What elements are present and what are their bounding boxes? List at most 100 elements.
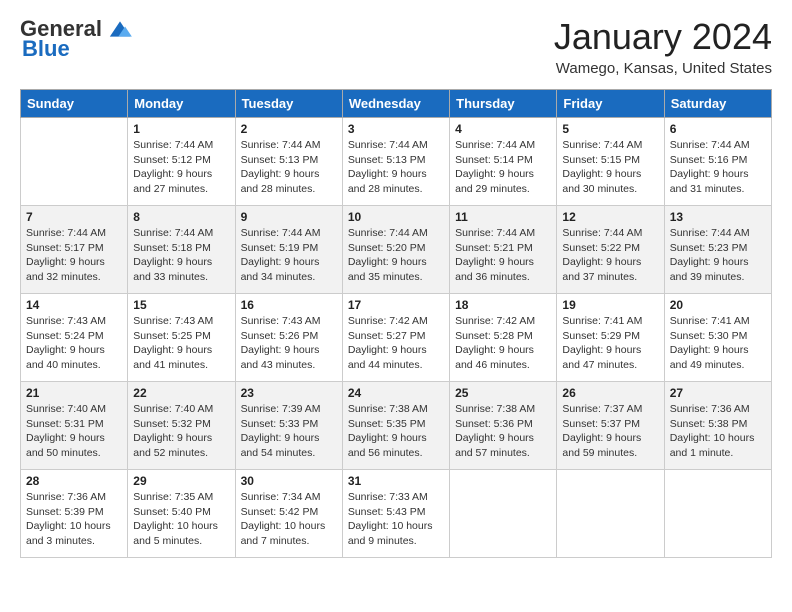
header-tuesday: Tuesday xyxy=(235,90,342,118)
day-info: Sunrise: 7:40 AMSunset: 5:31 PMDaylight:… xyxy=(26,402,122,461)
day-number: 1 xyxy=(133,122,229,136)
day-info: Sunrise: 7:44 AMSunset: 5:13 PMDaylight:… xyxy=(241,138,337,197)
calendar-cell: 12 Sunrise: 7:44 AMSunset: 5:22 PMDayligh… xyxy=(557,206,664,294)
calendar-cell: 6 Sunrise: 7:44 AMSunset: 5:16 PMDaylight… xyxy=(664,118,771,206)
day-info: Sunrise: 7:41 AMSunset: 5:30 PMDaylight:… xyxy=(670,314,766,373)
calendar-cell xyxy=(664,470,771,558)
calendar-cell: 27 Sunrise: 7:36 AMSunset: 5:38 PMDayligh… xyxy=(664,382,771,470)
day-info: Sunrise: 7:42 AMSunset: 5:28 PMDaylight:… xyxy=(455,314,551,373)
day-number: 17 xyxy=(348,298,444,312)
day-info: Sunrise: 7:44 AMSunset: 5:23 PMDaylight:… xyxy=(670,226,766,285)
day-number: 23 xyxy=(241,386,337,400)
day-info: Sunrise: 7:38 AMSunset: 5:35 PMDaylight:… xyxy=(348,402,444,461)
day-number: 7 xyxy=(26,210,122,224)
day-number: 8 xyxy=(133,210,229,224)
calendar-cell: 20Sunrise: 7:41 AMSunset: 5:30 PMDayligh… xyxy=(664,294,771,382)
day-info: Sunrise: 7:36 AMSunset: 5:39 PMDaylight:… xyxy=(26,490,122,549)
header-saturday: Saturday xyxy=(664,90,771,118)
day-info: Sunrise: 7:40 AMSunset: 5:32 PMDaylight:… xyxy=(133,402,229,461)
calendar-table: SundayMondayTuesdayWednesdayThursdayFrid… xyxy=(20,89,772,558)
calendar-cell: 19 Sunrise: 7:41 AMSunset: 5:29 PMDayligh… xyxy=(557,294,664,382)
calendar-cell: 14Sunrise: 7:43 AMSunset: 5:24 PMDayligh… xyxy=(21,294,128,382)
calendar-cell: 9 Sunrise: 7:44 AMSunset: 5:19 PMDaylight… xyxy=(235,206,342,294)
day-info: Sunrise: 7:43 AMSunset: 5:26 PMDaylight:… xyxy=(241,314,337,373)
day-info: Sunrise: 7:44 AMSunset: 5:19 PMDaylight:… xyxy=(241,226,337,285)
header-sunday: Sunday xyxy=(21,90,128,118)
day-number: 10 xyxy=(348,210,444,224)
logo: General Blue xyxy=(20,16,134,62)
calendar-week-row: 1 Sunrise: 7:44 AMSunset: 5:12 PMDaylight… xyxy=(21,118,772,206)
day-info: Sunrise: 7:44 AMSunset: 5:15 PMDaylight:… xyxy=(562,138,658,197)
day-info: Sunrise: 7:33 AMSunset: 5:43 PMDaylight:… xyxy=(348,490,444,549)
day-number: 12 xyxy=(562,210,658,224)
calendar-cell: 15Sunrise: 7:43 AMSunset: 5:25 PMDayligh… xyxy=(128,294,235,382)
day-number: 16 xyxy=(241,298,337,312)
day-number: 13 xyxy=(670,210,766,224)
calendar-cell: 22 Sunrise: 7:40 AMSunset: 5:32 PMDayligh… xyxy=(128,382,235,470)
logo-icon xyxy=(106,18,134,40)
calendar-cell: 30Sunrise: 7:34 AMSunset: 5:42 PMDayligh… xyxy=(235,470,342,558)
header-monday: Monday xyxy=(128,90,235,118)
calendar-week-row: 14Sunrise: 7:43 AMSunset: 5:24 PMDayligh… xyxy=(21,294,772,382)
calendar-cell: 16 Sunrise: 7:43 AMSunset: 5:26 PMDayligh… xyxy=(235,294,342,382)
day-info: Sunrise: 7:34 AMSunset: 5:42 PMDaylight:… xyxy=(241,490,337,549)
calendar-cell: 28 Sunrise: 7:36 AMSunset: 5:39 PMDayligh… xyxy=(21,470,128,558)
calendar-cell: 5 Sunrise: 7:44 AMSunset: 5:15 PMDaylight… xyxy=(557,118,664,206)
calendar-cell: 13 Sunrise: 7:44 AMSunset: 5:23 PMDayligh… xyxy=(664,206,771,294)
day-number: 6 xyxy=(670,122,766,136)
header-wednesday: Wednesday xyxy=(342,90,449,118)
day-number: 5 xyxy=(562,122,658,136)
day-number: 22 xyxy=(133,386,229,400)
day-info: Sunrise: 7:36 AMSunset: 5:38 PMDaylight:… xyxy=(670,402,766,461)
calendar-week-row: 28 Sunrise: 7:36 AMSunset: 5:39 PMDayligh… xyxy=(21,470,772,558)
day-number: 2 xyxy=(241,122,337,136)
day-number: 3 xyxy=(348,122,444,136)
calendar-cell: 3 Sunrise: 7:44 AMSunset: 5:13 PMDaylight… xyxy=(342,118,449,206)
calendar-cell: 4 Sunrise: 7:44 AMSunset: 5:14 PMDaylight… xyxy=(450,118,557,206)
day-info: Sunrise: 7:44 AMSunset: 5:12 PMDaylight:… xyxy=(133,138,229,197)
calendar-cell xyxy=(21,118,128,206)
day-info: Sunrise: 7:41 AMSunset: 5:29 PMDaylight:… xyxy=(562,314,658,373)
day-number: 24 xyxy=(348,386,444,400)
day-info: Sunrise: 7:44 AMSunset: 5:21 PMDaylight:… xyxy=(455,226,551,285)
day-number: 29 xyxy=(133,474,229,488)
day-info: Sunrise: 7:43 AMSunset: 5:24 PMDaylight:… xyxy=(26,314,122,373)
day-number: 11 xyxy=(455,210,551,224)
day-number: 21 xyxy=(26,386,122,400)
day-number: 27 xyxy=(670,386,766,400)
day-number: 4 xyxy=(455,122,551,136)
calendar-cell: 25Sunrise: 7:38 AMSunset: 5:36 PMDayligh… xyxy=(450,382,557,470)
day-number: 28 xyxy=(26,474,122,488)
day-info: Sunrise: 7:43 AMSunset: 5:25 PMDaylight:… xyxy=(133,314,229,373)
calendar-cell: 21 Sunrise: 7:40 AMSunset: 5:31 PMDayligh… xyxy=(21,382,128,470)
day-info: Sunrise: 7:44 AMSunset: 5:14 PMDaylight:… xyxy=(455,138,551,197)
calendar-cell: 29 Sunrise: 7:35 AMSunset: 5:40 PMDayligh… xyxy=(128,470,235,558)
day-info: Sunrise: 7:44 AMSunset: 5:18 PMDaylight:… xyxy=(133,226,229,285)
day-info: Sunrise: 7:35 AMSunset: 5:40 PMDaylight:… xyxy=(133,490,229,549)
day-info: Sunrise: 7:39 AMSunset: 5:33 PMDaylight:… xyxy=(241,402,337,461)
calendar-cell: 24 Sunrise: 7:38 AMSunset: 5:35 PMDayligh… xyxy=(342,382,449,470)
calendar-cell: 1 Sunrise: 7:44 AMSunset: 5:12 PMDaylight… xyxy=(128,118,235,206)
calendar-cell: 7 Sunrise: 7:44 AMSunset: 5:17 PMDaylight… xyxy=(21,206,128,294)
day-number: 18 xyxy=(455,298,551,312)
calendar-cell: 23 Sunrise: 7:39 AMSunset: 5:33 PMDayligh… xyxy=(235,382,342,470)
header-friday: Friday xyxy=(557,90,664,118)
day-info: Sunrise: 7:37 AMSunset: 5:37 PMDaylight:… xyxy=(562,402,658,461)
calendar-week-row: 7 Sunrise: 7:44 AMSunset: 5:17 PMDaylight… xyxy=(21,206,772,294)
calendar-cell xyxy=(557,470,664,558)
day-number: 19 xyxy=(562,298,658,312)
day-number: 9 xyxy=(241,210,337,224)
calendar-cell: 11 Sunrise: 7:44 AMSunset: 5:21 PMDayligh… xyxy=(450,206,557,294)
day-info: Sunrise: 7:44 AMSunset: 5:13 PMDaylight:… xyxy=(348,138,444,197)
day-info: Sunrise: 7:44 AMSunset: 5:16 PMDaylight:… xyxy=(670,138,766,197)
day-number: 31 xyxy=(348,474,444,488)
calendar-week-row: 21 Sunrise: 7:40 AMSunset: 5:31 PMDayligh… xyxy=(21,382,772,470)
day-info: Sunrise: 7:44 AMSunset: 5:17 PMDaylight:… xyxy=(26,226,122,285)
logo-blue-text: Blue xyxy=(22,36,70,62)
calendar-cell: 18 Sunrise: 7:42 AMSunset: 5:28 PMDayligh… xyxy=(450,294,557,382)
day-number: 25 xyxy=(455,386,551,400)
calendar-header-row: SundayMondayTuesdayWednesdayThursdayFrid… xyxy=(21,90,772,118)
calendar-cell: 26Sunrise: 7:37 AMSunset: 5:37 PMDayligh… xyxy=(557,382,664,470)
day-info: Sunrise: 7:44 AMSunset: 5:22 PMDaylight:… xyxy=(562,226,658,285)
calendar-cell: 31 Sunrise: 7:33 AMSunset: 5:43 PMDayligh… xyxy=(342,470,449,558)
